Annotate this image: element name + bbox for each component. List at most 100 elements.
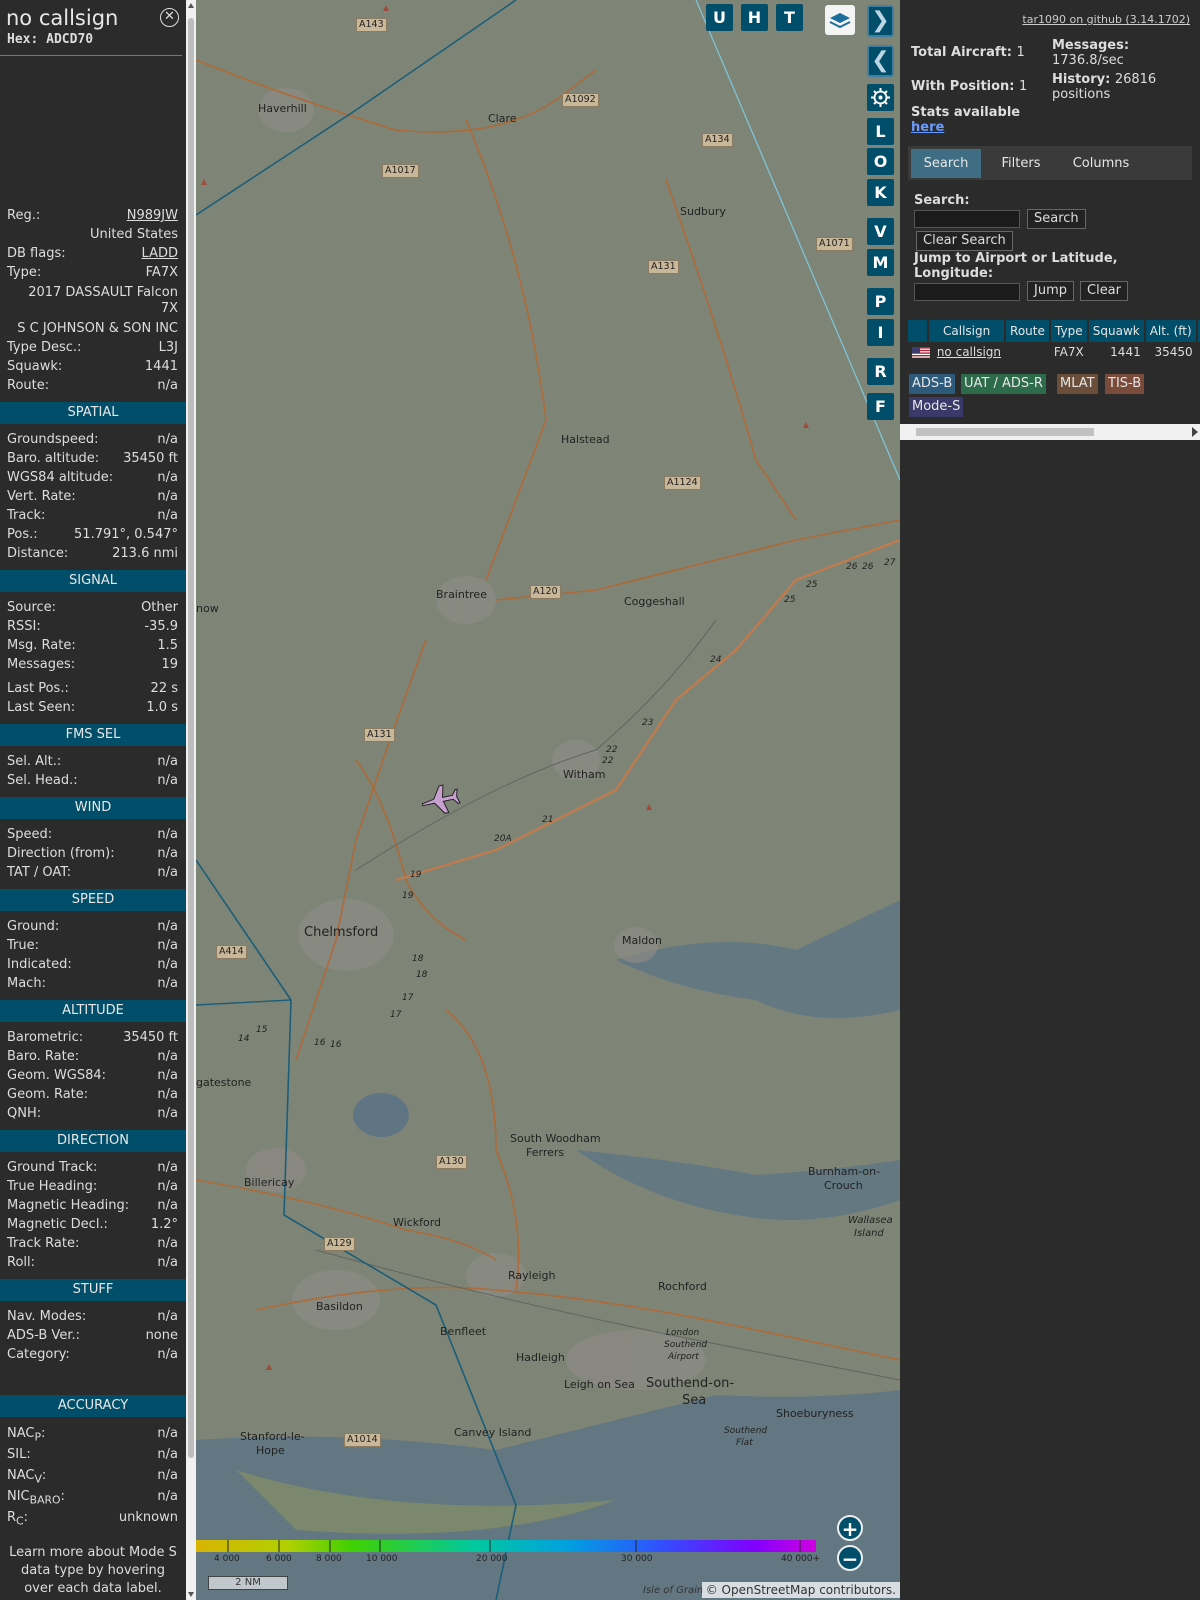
road-a131-north: A131 <box>648 260 679 274</box>
callsign-cell[interactable]: no callsign <box>908 342 1005 362</box>
nacv-label: NAC <box>7 1468 35 1483</box>
jump-label: Jump to Airport or Latitude, Longitude: <box>914 251 1118 281</box>
fms-value: n/a <box>157 773 178 788</box>
dbflags-link[interactable]: LADD <box>142 244 178 263</box>
map-attribution: © OpenStreetMap contributors. <box>701 1582 900 1598</box>
toggle-m-button[interactable]: M <box>867 249 894 276</box>
direction-label: Roll: <box>7 1255 36 1270</box>
jump-input[interactable] <box>914 283 1020 301</box>
speed-row: Indicated: n/a <box>0 955 186 974</box>
github-link[interactable]: tar1090 on github (3.14.1702) <box>1022 13 1190 26</box>
scroll-right-arrow-icon[interactable] <box>1192 427 1198 437</box>
dbflags-row: DB flags: LADD <box>0 244 186 263</box>
toggle-p-button[interactable]: P <box>867 288 894 315</box>
header-type[interactable]: Type <box>1049 320 1089 342</box>
toggle-i-button[interactable]: I <box>867 319 894 346</box>
scroll-up-arrow-icon[interactable] <box>188 3 194 8</box>
map-view[interactable]: Haverhill Clare Sudbury Halstead Braintr… <box>196 0 900 1600</box>
spatial-label: Pos.: <box>7 527 38 542</box>
squawk-label: Squawk: <box>7 359 63 374</box>
reg-link[interactable]: N989JW <box>127 206 178 225</box>
layers-button[interactable] <box>825 5 855 35</box>
messages-label: Messages: <box>1052 38 1130 53</box>
toggle-r-button[interactable]: R <box>867 358 894 385</box>
junction-25a: 25 <box>806 580 818 590</box>
toggle-o-button[interactable]: O <box>867 148 894 175</box>
close-icon[interactable]: ✕ <box>160 8 179 27</box>
clear-search-button[interactable]: Clear Search <box>916 231 1013 251</box>
source-mlat[interactable]: MLAT <box>1057 374 1098 394</box>
signal-value: Other <box>141 600 178 615</box>
table-row[interactable]: no callsign FA7X 1441 35450 <box>908 342 1200 362</box>
rc-value: unknown <box>118 1510 178 1525</box>
colorbar-label-30000: 30 000 <box>621 1554 653 1564</box>
toggle-h-button[interactable]: H <box>741 4 768 31</box>
speed-value: n/a <box>157 957 178 972</box>
toggle-v-button[interactable]: V <box>867 218 894 245</box>
history-unit: positions <box>1052 87 1111 102</box>
squawk-value: 1441 <box>144 359 178 374</box>
junction-19a: 19 <box>410 870 422 880</box>
total-label: Total Aircraft: <box>911 45 1012 60</box>
zoom-out-button[interactable]: − <box>837 1545 863 1571</box>
source-modes[interactable]: Mode-S <box>909 397 964 417</box>
table-horizontal-scrollbar[interactable] <box>900 424 1200 440</box>
header-alt[interactable]: Alt. (ft) <box>1144 320 1198 342</box>
with-position: With Position: 1 <box>911 79 1027 94</box>
source-adsb[interactable]: ADS-B <box>909 374 956 394</box>
model-line1: 2017 DASSAULT Falcon <box>28 285 178 300</box>
scrollbar-thumb[interactable] <box>188 18 194 1458</box>
stuff-label: Nav. Modes: <box>7 1309 87 1324</box>
zoom-in-button[interactable]: + <box>837 1515 863 1541</box>
speed-label: Ground: <box>7 919 60 934</box>
left-panel-scrollbar[interactable] <box>186 0 196 1600</box>
signal2-row: Last Pos.: 22 s <box>0 679 186 698</box>
junction-17b: 17 <box>390 1010 402 1020</box>
stuff-list: Nav. Modes: n/a ADS-B Ver.: none Category: n/… <box>0 1307 186 1364</box>
signal-value: -35.9 <box>144 619 178 634</box>
osm-link[interactable]: OpenStreetMap <box>722 1583 816 1597</box>
section-fms: FMS SEL <box>0 724 186 746</box>
junction-14: 14 <box>238 1034 250 1044</box>
toggle-f-button[interactable]: F <box>867 393 894 420</box>
toggle-u-button[interactable]: U <box>706 4 733 31</box>
section-direction: DIRECTION <box>0 1130 186 1152</box>
stats-link[interactable]: here <box>911 120 944 135</box>
toggle-k-button[interactable]: K <box>867 179 894 206</box>
section-spatial: SPATIAL <box>0 402 186 424</box>
altitude-label: Baro. Rate: <box>7 1049 80 1064</box>
direction-value: n/a <box>157 1160 178 1175</box>
header-callsign[interactable]: Callsign <box>928 320 1007 342</box>
source-uat[interactable]: UAT / ADS-R <box>961 374 1046 394</box>
country: United States <box>89 227 178 242</box>
toggle-t-button[interactable]: T <box>776 4 803 31</box>
expand-panel-button[interactable]: ❯ <box>867 5 894 37</box>
nacp-value: n/a <box>157 1426 178 1441</box>
tab-columns[interactable]: Columns <box>1061 149 1141 178</box>
horizontal-scrollbar-thumb[interactable] <box>916 428 1094 436</box>
place-canvey: Canvey Island <box>454 1426 532 1439</box>
row-callsign[interactable]: no callsign <box>937 345 1001 359</box>
tab-filters[interactable]: Filters <box>986 149 1056 178</box>
junction-22a: 22 <box>606 745 618 755</box>
settings-button[interactable] <box>867 84 894 111</box>
header-squawk[interactable]: Squawk <box>1087 320 1146 342</box>
header-route[interactable]: Route <box>1005 320 1051 342</box>
collapse-panel-button[interactable]: ❮ <box>867 45 894 77</box>
place-benfleet: Benfleet <box>440 1325 487 1338</box>
tab-search[interactable]: Search <box>911 149 981 178</box>
search-input[interactable] <box>914 210 1020 228</box>
place-wickford: Wickford <box>393 1216 442 1229</box>
clear-button[interactable]: Clear <box>1080 281 1128 301</box>
source-tisb[interactable]: TIS-B <box>1105 374 1145 394</box>
search-button[interactable]: Search <box>1027 209 1086 229</box>
spatial-label: WGS84 altitude: <box>7 470 114 485</box>
aircraft-marker-icon[interactable] <box>419 782 461 817</box>
toggle-l-button[interactable]: L <box>867 118 894 145</box>
jump-button[interactable]: Jump <box>1027 281 1074 301</box>
fms-value: n/a <box>157 754 178 769</box>
direction-label: Ground Track: <box>7 1160 98 1175</box>
stuff-value: n/a <box>157 1309 178 1324</box>
scroll-down-arrow-icon[interactable] <box>188 1592 194 1597</box>
colorbar-label-20000: 20 000 <box>476 1554 508 1564</box>
